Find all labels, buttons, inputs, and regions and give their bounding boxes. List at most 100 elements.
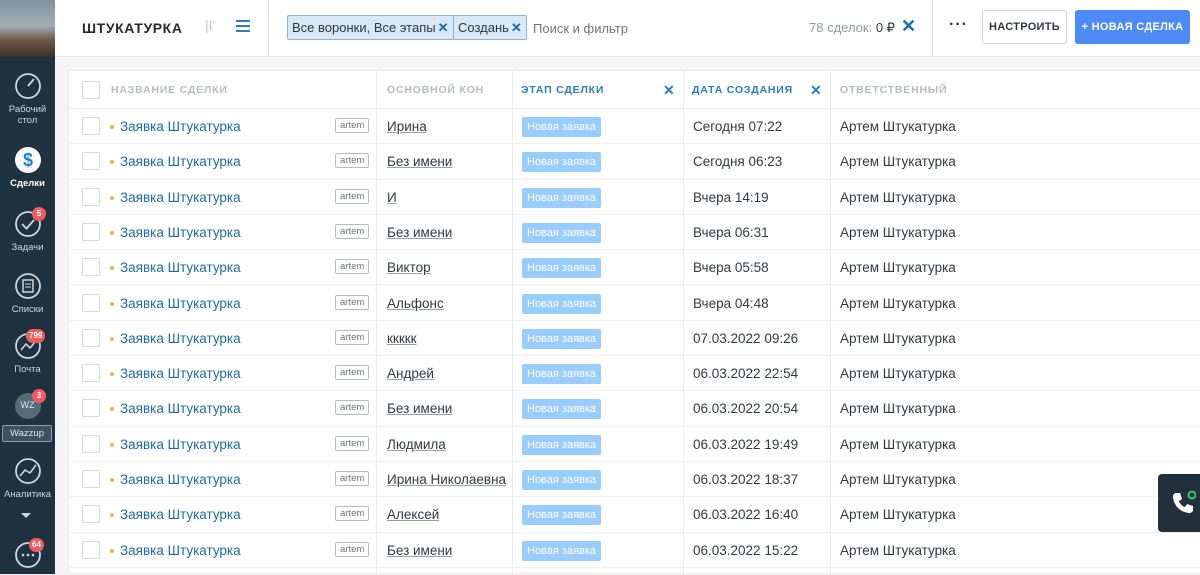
pipeline-view-toggle[interactable]: |I': [205, 17, 215, 33]
table-row[interactable]: Заявка Штукатурка artem Людмила Новая за…: [69, 427, 1200, 462]
row-checkbox[interactable]: [82, 222, 100, 241]
stage-badge[interactable]: Новая заявка: [522, 328, 602, 349]
row-checkbox[interactable]: [82, 187, 100, 206]
contact-link[interactable]: Виктор: [387, 250, 507, 285]
table-row[interactable]: Заявка Штукатурка artem И Новая заявка В…: [69, 180, 1200, 215]
stage-badge[interactable]: Новая заявка: [522, 222, 602, 243]
deal-tag[interactable]: artem: [335, 400, 370, 416]
row-checkbox[interactable]: [82, 152, 100, 171]
nav-tasks[interactable]: 5 Задачи: [0, 207, 55, 253]
row-checkbox[interactable]: [82, 505, 100, 524]
table-row[interactable]: Заявка Штукатурка artem Виктор Новая зая…: [69, 250, 1200, 286]
contact-link[interactable]: Ирина Николаевна: [387, 462, 507, 497]
stage-badge[interactable]: Новая заявка: [522, 364, 602, 385]
stage-badge[interactable]: Новая заявка: [522, 117, 602, 137]
deal-name-link[interactable]: Заявка Штукатурка: [120, 215, 330, 250]
stage-badge[interactable]: Новая заявка: [522, 293, 602, 314]
table-row[interactable]: Заявка Штукатурка artem Без имени Новая …: [69, 533, 1200, 568]
nav-chat[interactable]: 64: [0, 538, 55, 573]
list-view-icon[interactable]: [235, 18, 251, 34]
deal-tag[interactable]: artem: [335, 471, 370, 486]
select-all-checkbox[interactable]: [82, 81, 100, 99]
contact-link[interactable]: Людмила: [387, 427, 507, 462]
deal-name-link[interactable]: Заявка Штукатурка: [120, 109, 330, 144]
deal-name-link[interactable]: Заявка Штукатурка: [120, 321, 330, 356]
stage-badge[interactable]: Новая заявка: [522, 434, 602, 455]
stage-badge[interactable]: Новая заявка: [522, 470, 602, 490]
column-header-owner[interactable]: ОТВЕТСТВЕННЫЙ: [840, 71, 1040, 109]
deal-name-link[interactable]: Заявка Штукатурка: [120, 356, 330, 391]
configure-button[interactable]: НАСТРОИТЬ: [982, 10, 1067, 44]
row-checkbox[interactable]: [82, 364, 100, 383]
row-checkbox[interactable]: [82, 258, 100, 277]
close-icon[interactable]: ✕: [663, 82, 675, 99]
table-row[interactable]: Заявка Штукатурка artem ккккк Новая заяв…: [69, 321, 1200, 357]
table-row[interactable]: Заявка Штукатурка artem Ирина Новая заяв…: [69, 109, 1200, 145]
filter-tag-pipelines[interactable]: Все воронки, Все этапы ✕: [287, 15, 454, 40]
stage-badge[interactable]: Новая заявка: [522, 399, 602, 420]
contact-link[interactable]: Ирина: [387, 109, 507, 144]
row-checkbox[interactable]: [82, 293, 100, 312]
deal-name-link[interactable]: Заявка Штукатурка: [120, 250, 330, 285]
deal-tag[interactable]: artem: [335, 153, 370, 169]
row-checkbox[interactable]: [82, 328, 100, 347]
table-row[interactable]: Заявка Штукатурка artem Без имени Новая …: [69, 215, 1200, 251]
deal-tag[interactable]: artem: [335, 329, 370, 345]
table-row[interactable]: Заявка Штукатурка artem Ирина Николаевна…: [69, 462, 1200, 498]
deal-name-link[interactable]: Заявка Штукатурка: [120, 497, 330, 532]
deal-tag[interactable]: artem: [335, 259, 370, 275]
nav-analytics[interactable]: Аналитика: [0, 456, 55, 500]
table-row[interactable]: Заявка Штукатурка artem Без имени Новая …: [69, 391, 1200, 427]
nav-deals[interactable]: $ Сделки: [0, 145, 55, 189]
deal-tag[interactable]: artem: [335, 223, 370, 239]
contact-link[interactable]: ккккк: [387, 321, 507, 356]
contact-link[interactable]: Без имени: [387, 391, 507, 426]
clear-filter-icon[interactable]: ✕: [901, 16, 916, 37]
contact-link[interactable]: Без имени: [387, 144, 507, 179]
nav-lists[interactable]: Списки: [0, 271, 55, 315]
row-checkbox[interactable]: [82, 470, 100, 488]
row-checkbox[interactable]: [82, 540, 100, 559]
account-avatar[interactable]: [0, 0, 55, 57]
deal-name-link[interactable]: Заявка Штукатурка: [120, 180, 330, 215]
stage-badge[interactable]: Новая заявка: [522, 505, 602, 526]
new-deal-button[interactable]: + НОВАЯ СДЕЛКА: [1075, 10, 1190, 44]
column-header-stage[interactable]: ЭТАП СДЕЛКИ: [521, 71, 651, 109]
nav-dashboard[interactable]: Рабочий стол: [0, 71, 55, 126]
nav-wazzup[interactable]: WZ 3: [0, 389, 55, 424]
nav-wazzup-label[interactable]: Wazzup: [2, 425, 52, 442]
table-row[interactable]: Заявка Штукатурка artem Андрей Новая зая…: [69, 356, 1200, 392]
column-header-name[interactable]: НАЗВАНИЕ СДЕЛКИ: [111, 71, 361, 109]
close-icon[interactable]: ✕: [438, 20, 449, 35]
nav-mail[interactable]: 799 Почта: [0, 329, 55, 375]
contact-link[interactable]: Андрей: [387, 356, 507, 391]
table-row[interactable]: Заявка Штукатурка artem Без имени Новая …: [69, 144, 1200, 180]
deal-name-link[interactable]: Заявка Штукатурка: [120, 427, 330, 462]
contact-link[interactable]: Альфонс: [387, 286, 507, 321]
search-input[interactable]: [533, 17, 783, 39]
stage-badge[interactable]: Новая заявка: [522, 187, 602, 208]
row-checkbox[interactable]: [82, 434, 100, 453]
close-icon[interactable]: ✕: [810, 82, 822, 99]
phone-widget[interactable]: [1158, 474, 1200, 532]
contact-link[interactable]: Без имени: [387, 215, 507, 250]
deal-tag[interactable]: artem: [335, 294, 370, 310]
deal-tag[interactable]: artem: [335, 188, 370, 204]
more-button[interactable]: ···: [949, 16, 968, 34]
row-checkbox[interactable]: [82, 399, 100, 418]
deal-tag[interactable]: artem: [335, 118, 370, 133]
table-row[interactable]: Заявка Штукатурка artem Альфонс Новая за…: [69, 286, 1200, 321]
contact-link[interactable]: И: [387, 180, 507, 215]
deal-tag[interactable]: artem: [335, 541, 370, 557]
stage-badge[interactable]: Новая заявка: [522, 152, 602, 173]
deal-tag[interactable]: artem: [335, 365, 370, 381]
deal-name-link[interactable]: Заявка Штукатурка: [120, 144, 330, 179]
row-checkbox[interactable]: [82, 117, 100, 135]
contact-link[interactable]: Алексей: [387, 497, 507, 532]
stage-badge[interactable]: Новая заявка: [522, 258, 602, 279]
column-header-contact[interactable]: ОСНОВНОЙ КОН: [387, 71, 505, 109]
deal-name-link[interactable]: Заявка Штукатурка: [120, 462, 330, 497]
deal-tag[interactable]: artem: [335, 435, 370, 451]
deal-name-link[interactable]: Заявка Штукатурка: [120, 391, 330, 426]
close-icon[interactable]: ✕: [511, 20, 522, 35]
